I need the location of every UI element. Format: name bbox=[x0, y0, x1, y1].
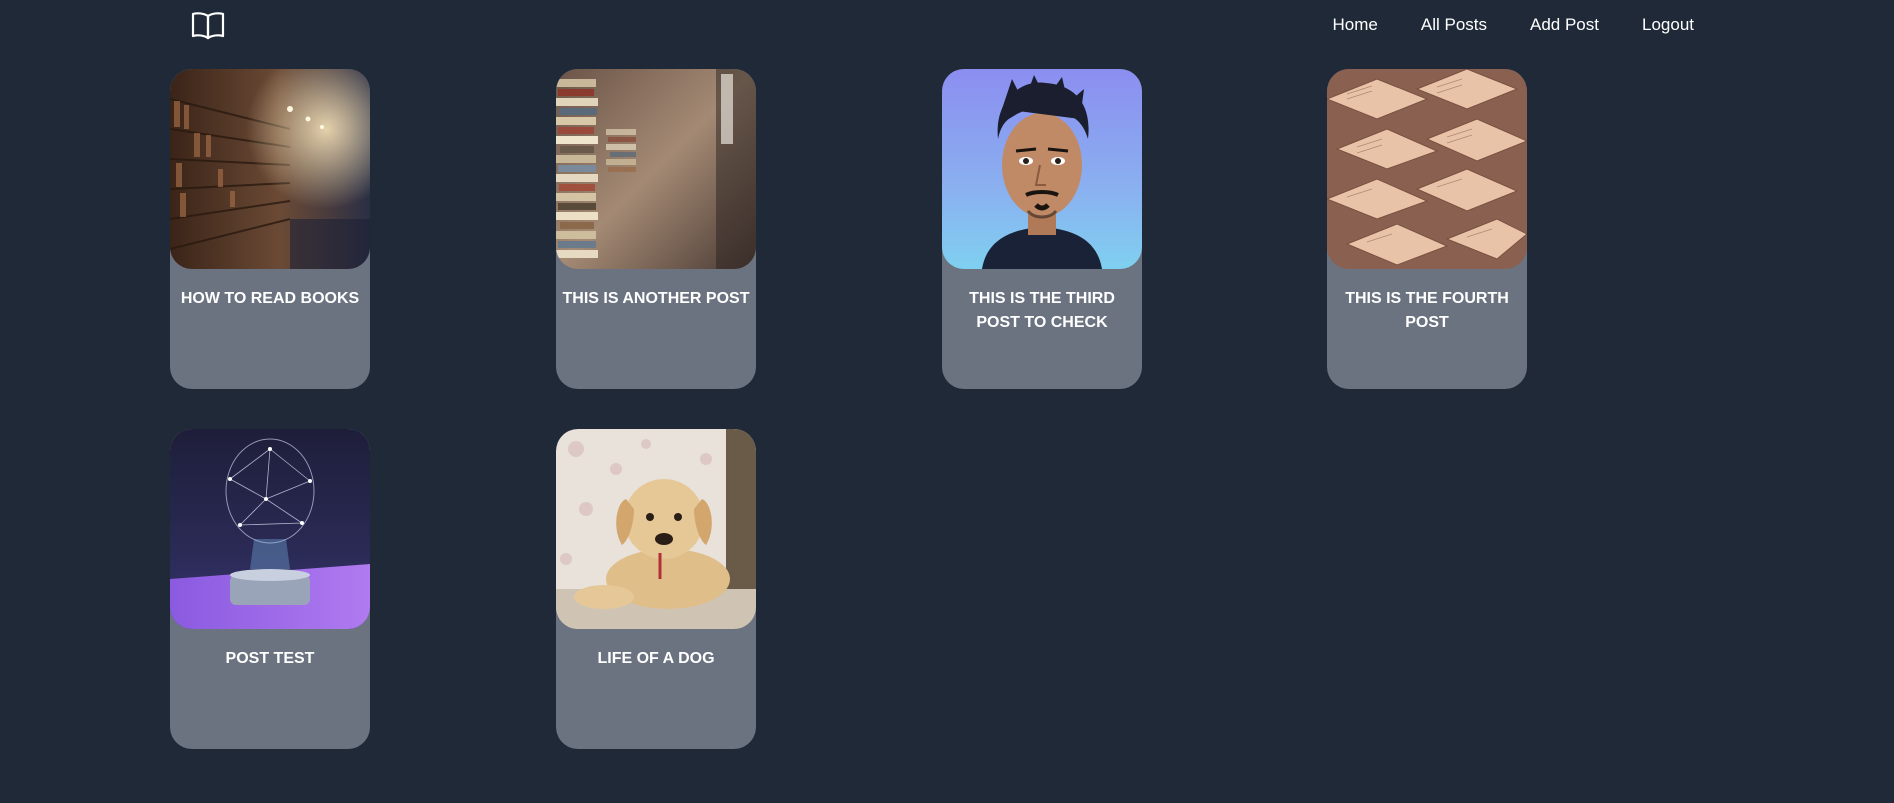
post-card[interactable]: THIS IS THE THIRD POST TO CHECK bbox=[942, 69, 1142, 389]
nav-link-add-post[interactable]: Add Post bbox=[1530, 14, 1599, 36]
post-title: THIS IS THE THIRD POST TO CHECK bbox=[969, 290, 1115, 331]
nav-links: Home All Posts Add Post Logout bbox=[1333, 14, 1695, 36]
post-title: LIFE OF A DOG bbox=[597, 650, 715, 667]
post-thumbnail bbox=[942, 69, 1142, 269]
post-card[interactable]: THIS IS THE FOURTH POST bbox=[1327, 69, 1527, 389]
post-card[interactable]: LIFE OF A DOG bbox=[556, 429, 756, 749]
post-thumbnail bbox=[170, 429, 370, 629]
post-card[interactable]: THIS IS ANOTHER POST bbox=[556, 69, 756, 389]
nav-link-all-posts[interactable]: All Posts bbox=[1421, 14, 1487, 36]
post-title: POST TEST bbox=[225, 650, 315, 667]
post-thumbnail bbox=[556, 429, 756, 629]
post-card[interactable]: POST TEST bbox=[170, 429, 370, 749]
post-title: THIS IS ANOTHER POST bbox=[562, 290, 750, 307]
post-thumbnail bbox=[556, 69, 756, 269]
post-title: THIS IS THE FOURTH POST bbox=[1345, 290, 1509, 331]
post-title: HOW TO READ BOOKS bbox=[180, 290, 360, 307]
post-thumbnail bbox=[1327, 69, 1527, 269]
post-thumbnail bbox=[170, 69, 370, 269]
nav-link-logout[interactable]: Logout bbox=[1642, 14, 1694, 36]
nav-link-home[interactable]: Home bbox=[1333, 14, 1378, 36]
open-book-icon[interactable] bbox=[191, 10, 225, 40]
post-card[interactable]: HOW TO READ BOOKS bbox=[170, 69, 370, 389]
top-navbar: Home All Posts Add Post Logout bbox=[0, 0, 1894, 52]
